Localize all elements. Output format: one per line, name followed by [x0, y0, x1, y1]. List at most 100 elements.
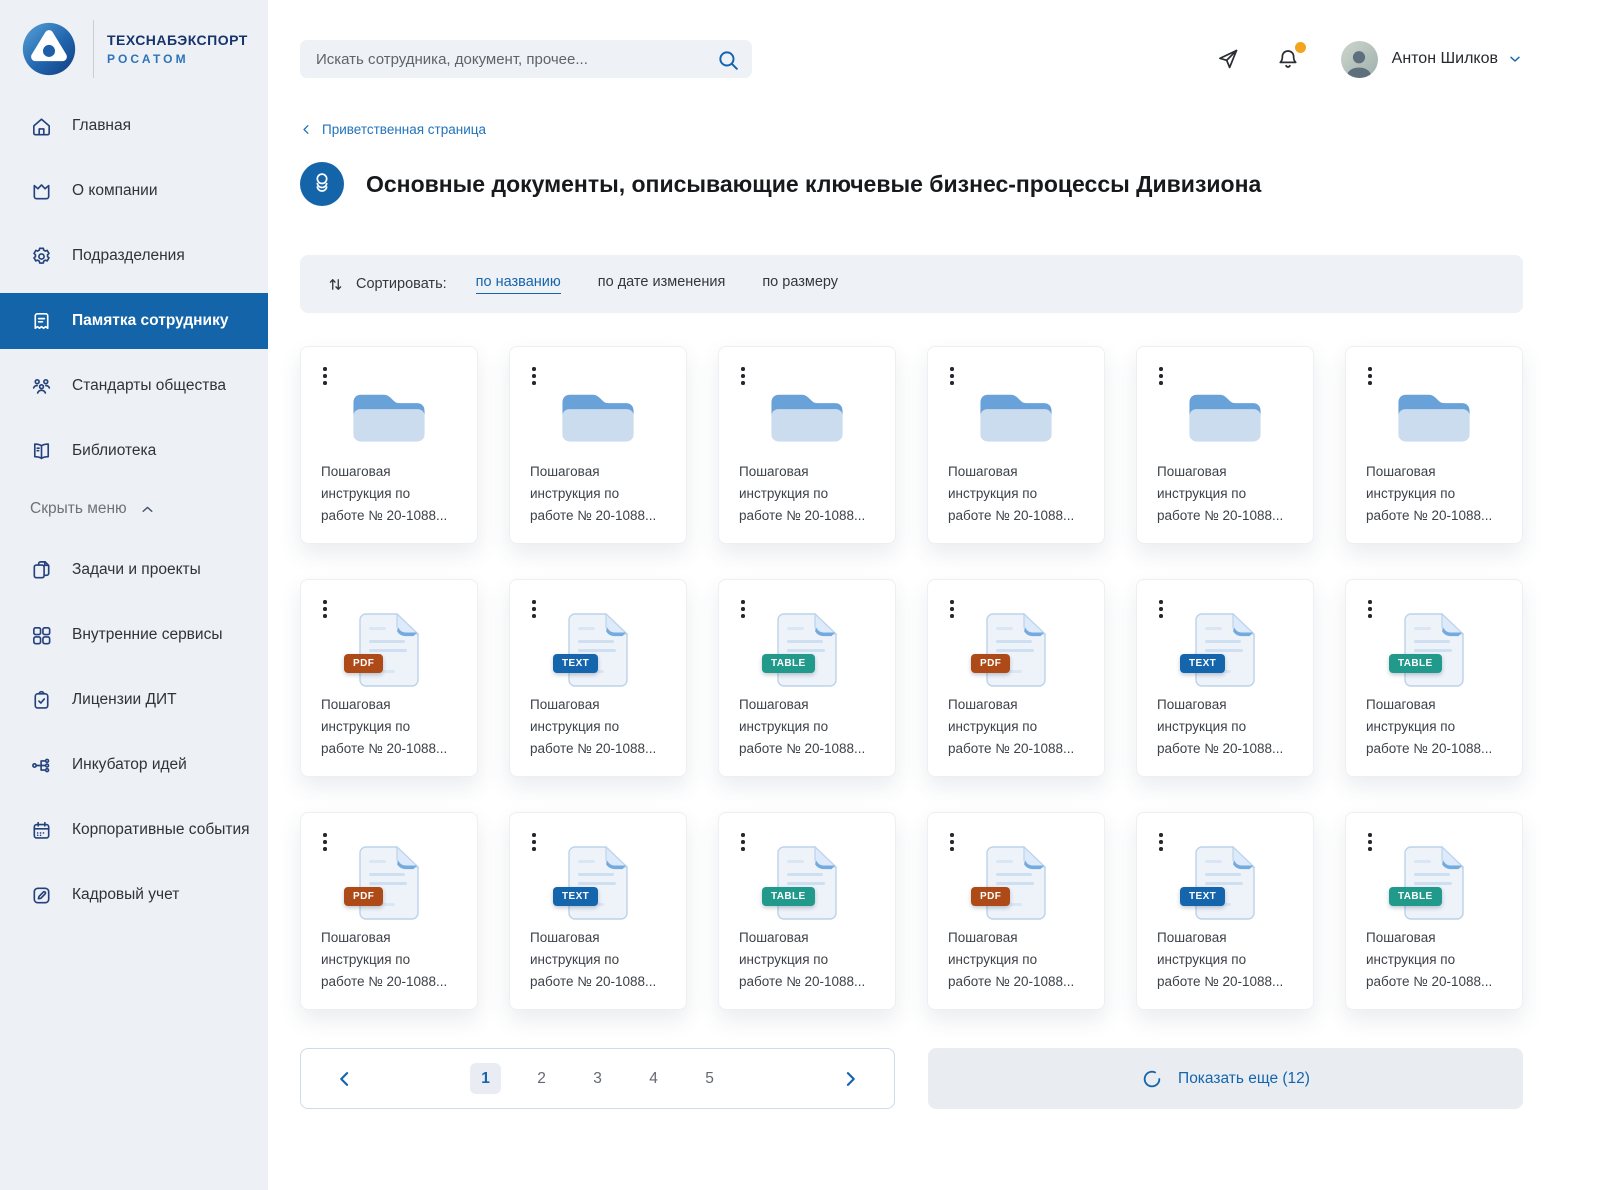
kebab-menu-icon[interactable]: [1156, 830, 1166, 854]
sidebar-item-home[interactable]: Главная: [0, 98, 268, 154]
document-card-folder[interactable]: Пошаговая инструкция по работе № 20-1088…: [927, 346, 1105, 544]
kebab-menu-icon[interactable]: [947, 364, 957, 388]
document-card-title: Пошаговая инструкция по работе № 20-1088…: [1360, 461, 1508, 527]
pagination: 12345: [300, 1048, 895, 1109]
sidebar-item-people[interactable]: Стандарты общества: [0, 358, 268, 414]
kebab-menu-icon[interactable]: [738, 830, 748, 854]
page-button[interactable]: 4: [638, 1063, 669, 1094]
kebab-menu-icon[interactable]: [529, 597, 539, 621]
document-card-title: Пошаговая инструкция по работе № 20-1088…: [733, 927, 881, 993]
kebab-menu-icon[interactable]: [320, 830, 330, 854]
license-icon: [30, 689, 53, 712]
page-button[interactable]: 5: [694, 1063, 725, 1094]
document-card-folder[interactable]: Пошаговая инструкция по работе № 20-1088…: [1136, 346, 1314, 544]
folder-icon: [1181, 382, 1269, 453]
file-type-badge: TABLE: [1389, 654, 1442, 673]
kebab-menu-icon[interactable]: [738, 364, 748, 388]
user-name[interactable]: Антон Шилков: [1392, 50, 1498, 68]
page-button[interactable]: 2: [526, 1063, 557, 1094]
document-icon: PDF: [359, 613, 419, 687]
document-card-table[interactable]: TABLE Пошаговая инструкция по работе № 2…: [1345, 579, 1523, 777]
file-type-badge: TEXT: [1180, 887, 1225, 906]
kebab-menu-icon[interactable]: [1156, 597, 1166, 621]
sidebar-item-tasks[interactable]: Задачи и проекты: [0, 542, 268, 598]
spinner-icon: [1141, 1068, 1163, 1090]
bell-icon[interactable]: [1271, 42, 1305, 76]
document-card-text[interactable]: TEXT Пошаговая инструкция по работе № 20…: [1136, 579, 1314, 777]
sidebar-item-calendar[interactable]: Корпоративные события: [0, 802, 268, 858]
document-card-pdf[interactable]: PDF Пошаговая инструкция по работе № 20-…: [927, 812, 1105, 1010]
book-icon: [30, 440, 53, 463]
sort-option[interactable]: по размеру: [762, 274, 838, 294]
document-card-folder[interactable]: Пошаговая инструкция по работе № 20-1088…: [718, 346, 896, 544]
kebab-menu-icon[interactable]: [1365, 597, 1375, 621]
sidebar-item-gear[interactable]: Подразделения: [0, 228, 268, 284]
document-card-title: Пошаговая инструкция по работе № 20-1088…: [1151, 461, 1299, 527]
sidebar-item-label: Главная: [72, 116, 131, 137]
document-card-text[interactable]: TEXT Пошаговая инструкция по работе № 20…: [509, 812, 687, 1010]
tasks-icon: [30, 559, 53, 582]
kebab-menu-icon[interactable]: [947, 597, 957, 621]
document-card-table[interactable]: TABLE Пошаговая инструкция по работе № 2…: [718, 812, 896, 1010]
sidebar-item-memo[interactable]: Памятка сотруднику: [0, 293, 268, 349]
sort-option[interactable]: по дате изменения: [598, 274, 726, 294]
show-more-button[interactable]: Показать еще (12): [928, 1048, 1523, 1109]
search-input[interactable]: [300, 40, 752, 78]
page-button[interactable]: 3: [582, 1063, 613, 1094]
file-type-badge: TEXT: [1180, 654, 1225, 673]
file-type-badge: TEXT: [553, 654, 598, 673]
sort-options: по названию по дате изменения по размеру: [476, 274, 875, 294]
collapse-menu-label: Скрыть меню: [30, 500, 127, 518]
sidebar-item-hr[interactable]: Кадровый учет: [0, 867, 268, 923]
document-card-title: Пошаговая инструкция по работе № 20-1088…: [1360, 694, 1508, 760]
document-card-table[interactable]: TABLE Пошаговая инструкция по работе № 2…: [1345, 812, 1523, 1010]
kebab-menu-icon[interactable]: [1365, 830, 1375, 854]
kebab-menu-icon[interactable]: [529, 364, 539, 388]
kebab-menu-icon[interactable]: [947, 830, 957, 854]
send-icon[interactable]: [1211, 42, 1245, 76]
page-title: Основные документы, описывающие ключевые…: [366, 171, 1261, 198]
page-button[interactable]: 1: [470, 1063, 501, 1094]
document-card-folder[interactable]: Пошаговая инструкция по работе № 20-1088…: [1345, 346, 1523, 544]
kebab-menu-icon[interactable]: [1365, 364, 1375, 388]
avatar[interactable]: [1341, 41, 1378, 78]
kebab-menu-icon[interactable]: [529, 830, 539, 854]
sidebar-item-company[interactable]: О компании: [0, 163, 268, 219]
home-icon: [30, 115, 53, 138]
document-card-title: Пошаговая инструкция по работе № 20-1088…: [942, 927, 1090, 993]
breadcrumb[interactable]: Приветственная страница: [300, 122, 486, 137]
sidebar-item-book[interactable]: Библиотека: [0, 423, 268, 479]
document-card-text[interactable]: TEXT Пошаговая инструкция по работе № 20…: [509, 579, 687, 777]
document-card-table[interactable]: TABLE Пошаговая инструкция по работе № 2…: [718, 579, 896, 777]
file-type-badge: PDF: [344, 887, 383, 906]
kebab-menu-icon[interactable]: [1156, 364, 1166, 388]
main-content: Антон Шилков Приветственная страница Осн…: [268, 0, 1600, 1190]
kebab-menu-icon[interactable]: [738, 597, 748, 621]
kebab-menu-icon[interactable]: [320, 597, 330, 621]
document-card-text[interactable]: TEXT Пошаговая инструкция по работе № 20…: [1136, 812, 1314, 1010]
memo-icon: [30, 310, 53, 333]
search-icon[interactable]: [713, 45, 744, 79]
document-icon: TEXT: [568, 846, 628, 920]
document-card-folder[interactable]: Пошаговая инструкция по работе № 20-1088…: [509, 346, 687, 544]
sidebar: ТЕХСНАБЭКСПОРТ РОСАТОМ Главная О компани…: [0, 0, 268, 1190]
document-card-folder[interactable]: Пошаговая инструкция по работе № 20-1088…: [300, 346, 478, 544]
file-type-badge: TABLE: [1389, 887, 1442, 906]
kebab-menu-icon[interactable]: [320, 364, 330, 388]
pagination-prev-button[interactable]: [331, 1065, 359, 1093]
sort-option[interactable]: по названию: [476, 274, 561, 294]
document-card-pdf[interactable]: PDF Пошаговая инструкция по работе № 20-…: [300, 579, 478, 777]
document-icon: PDF: [986, 613, 1046, 687]
sidebar-item-license[interactable]: Лицензии ДИТ: [0, 672, 268, 728]
sidebar-item-ideas[interactable]: Инкубатор идей: [0, 737, 268, 793]
show-more-label: Показать еще (12): [1178, 1070, 1310, 1088]
document-card-pdf[interactable]: PDF Пошаговая инструкция по работе № 20-…: [300, 812, 478, 1010]
pagination-next-button[interactable]: [836, 1065, 864, 1093]
notification-dot: [1295, 42, 1306, 53]
sidebar-item-services[interactable]: Внутренние сервисы: [0, 607, 268, 663]
document-card-pdf[interactable]: PDF Пошаговая инструкция по работе № 20-…: [927, 579, 1105, 777]
chevron-down-icon[interactable]: [1507, 51, 1523, 67]
folder-icon: [1390, 382, 1478, 453]
topbar-actions: Антон Шилков: [1211, 41, 1523, 78]
collapse-menu-button[interactable]: Скрыть меню: [0, 488, 172, 530]
